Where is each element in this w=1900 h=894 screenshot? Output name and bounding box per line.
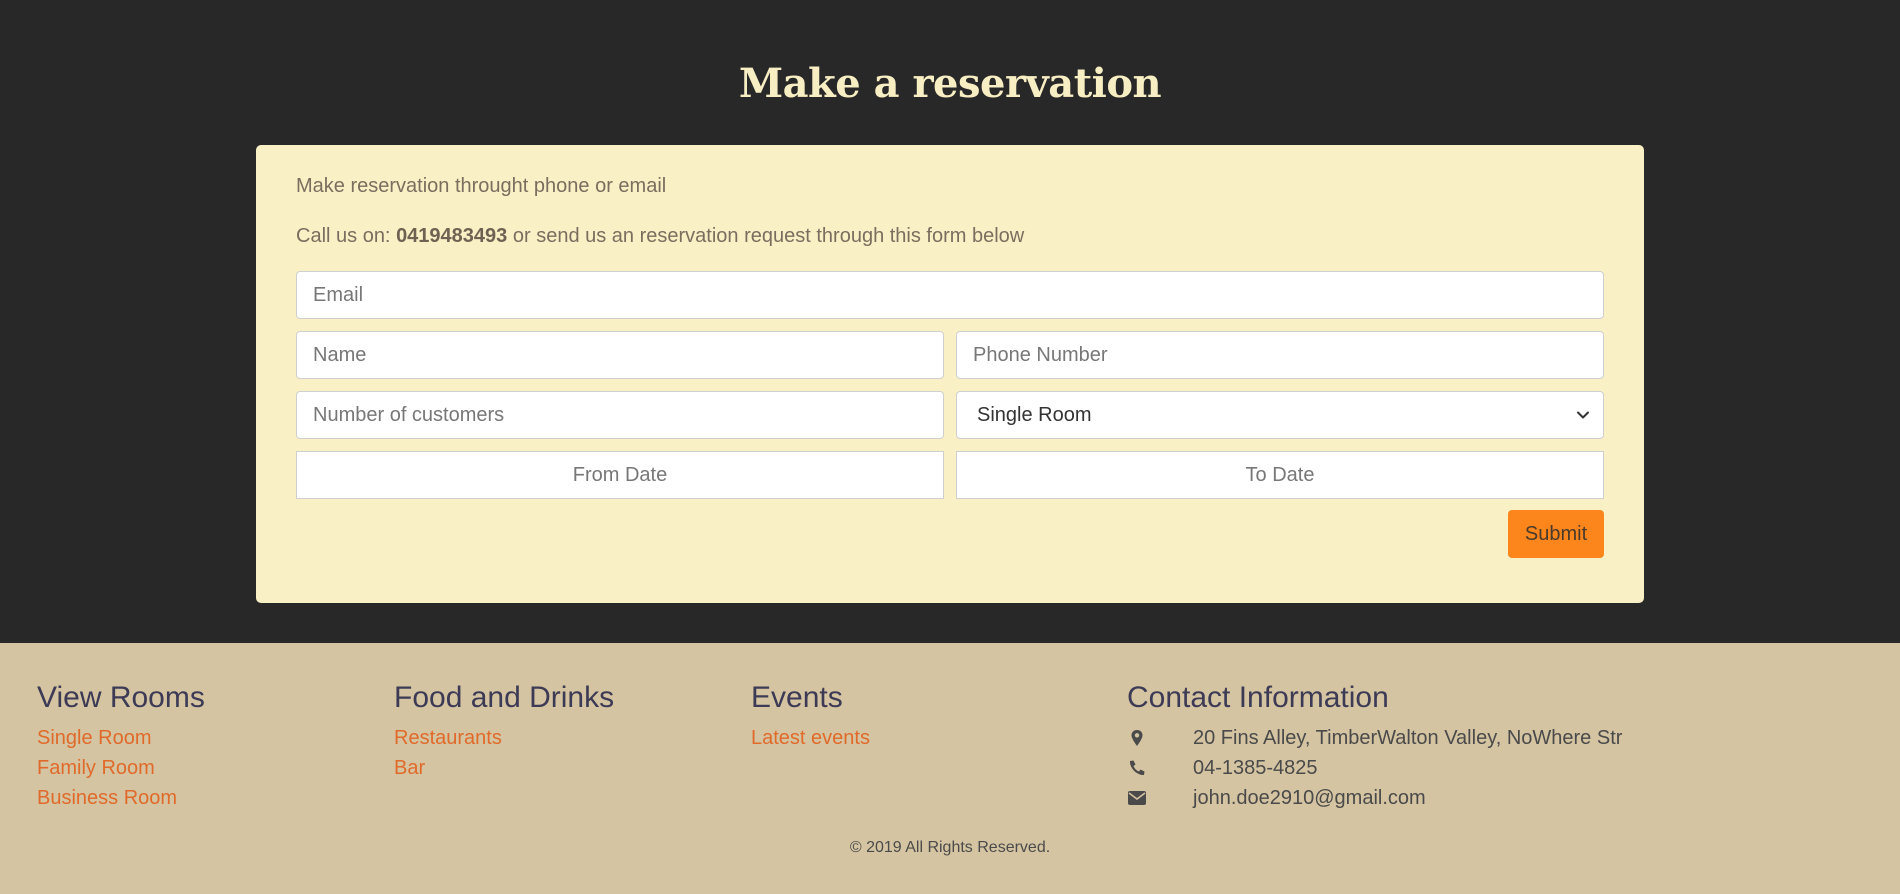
- phone-field[interactable]: Phone Number: [956, 331, 1604, 379]
- contact-phone: 04-1385-4825: [1127, 753, 1647, 783]
- phone-icon: [1129, 760, 1145, 776]
- from-date-field[interactable]: From Date: [296, 451, 944, 499]
- copyright-text: © 2019 All Rights Reserved.: [849, 839, 1051, 856]
- email-field[interactable]: Email: [296, 271, 1604, 319]
- map-marker-icon: [1131, 730, 1143, 746]
- footer-link-family-room[interactable]: Family Room: [37, 753, 205, 783]
- call-us-text: Call us on: 0419483493 or send us an res…: [296, 225, 1024, 248]
- footer-events-heading: Events: [751, 681, 843, 714]
- room-type-value: Single Room: [977, 404, 1092, 426]
- footer: View Rooms Single Room Family Room Busin…: [0, 643, 1900, 894]
- footer-link-latest-events[interactable]: Latest events: [751, 723, 870, 753]
- to-date-field[interactable]: To Date: [956, 451, 1604, 499]
- intro-text: Make reservation throught phone or email: [296, 175, 667, 197]
- footer-food-column: Food and Drinks Restaurants Bar: [394, 681, 614, 783]
- contact-email: john.doe2910@gmail.com: [1127, 783, 1647, 813]
- footer-food-heading: Food and Drinks: [394, 681, 615, 714]
- call-prefix: Call us on:: [296, 225, 397, 247]
- contact-email-text: john.doe2910@gmail.com: [1193, 787, 1426, 809]
- footer-contact-column: Contact Information 20 Fins Alley, Timbe…: [1127, 681, 1647, 813]
- customers-field[interactable]: Number of customers: [296, 391, 944, 439]
- footer-events-column: Events Latest events: [751, 681, 870, 753]
- contact-address: 20 Fins Alley, TimberWalton Valley, NoWh…: [1127, 723, 1647, 753]
- footer-link-single-room[interactable]: Single Room: [37, 723, 205, 753]
- chevron-down-icon: [1577, 411, 1589, 419]
- footer-link-business-room[interactable]: Business Room: [37, 783, 205, 813]
- footer-link-restaurants[interactable]: Restaurants: [394, 723, 614, 753]
- footer-contact-heading: Contact Information: [1127, 681, 1389, 714]
- reservation-section: Make a reservation Make reservation thro…: [0, 0, 1900, 643]
- room-type-select[interactable]: Single Room: [956, 391, 1604, 439]
- page-title: Make a reservation: [738, 60, 1162, 107]
- name-field[interactable]: Name: [296, 331, 944, 379]
- footer-link-bar[interactable]: Bar: [394, 753, 614, 783]
- contact-address-text: 20 Fins Alley, TimberWalton Valley, NoWh…: [1193, 727, 1623, 749]
- call-suffix: or send us an reservation request throug…: [507, 225, 1025, 247]
- reservation-card: Make reservation throught phone or email…: [256, 145, 1644, 603]
- envelope-icon: [1128, 791, 1146, 805]
- submit-button[interactable]: Submit: [1508, 510, 1604, 558]
- phone-number: 0419483493: [396, 225, 508, 247]
- contact-phone-text: 04-1385-4825: [1193, 757, 1318, 779]
- footer-rooms-column: View Rooms Single Room Family Room Busin…: [37, 681, 205, 813]
- footer-rooms-heading: View Rooms: [37, 681, 205, 714]
